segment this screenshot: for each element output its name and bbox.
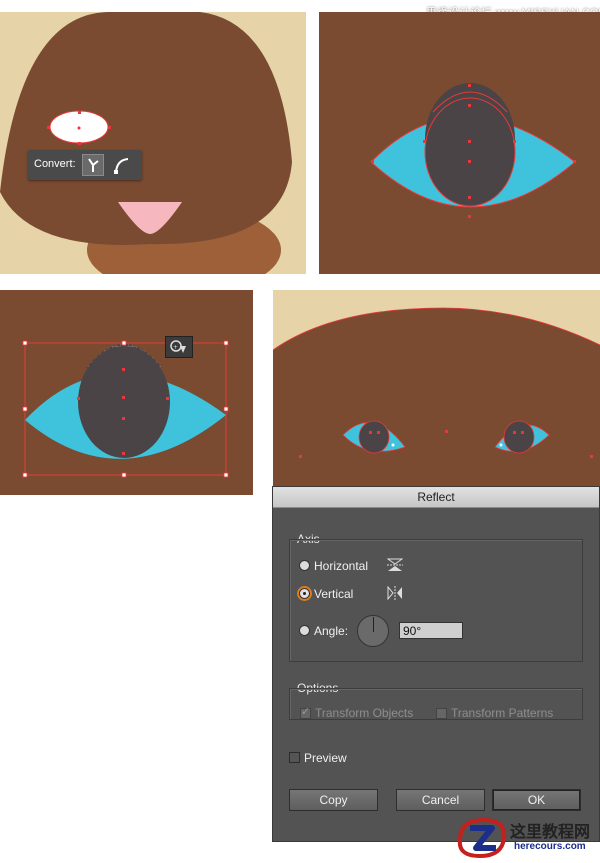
angle-label: Angle: — [314, 624, 349, 638]
dialog-title: Reflect — [273, 487, 599, 508]
reflect-dialog: Reflect Axis Horizontal Vertical Angle: … — [272, 486, 600, 842]
radio-angle[interactable] — [299, 625, 310, 636]
transform-patterns-label: Transform Patterns — [451, 706, 554, 720]
angle-input[interactable]: 90° — [399, 622, 463, 639]
preview-label[interactable]: Preview — [304, 751, 347, 765]
angle-dial[interactable] — [357, 615, 389, 647]
svg-text:+: + — [173, 344, 178, 351]
site-logo-z-icon — [457, 817, 507, 859]
convert-anchor-smooth-icon[interactable] — [111, 154, 133, 176]
ok-button[interactable]: OK — [492, 789, 581, 811]
convert-toolbar: Convert: — [28, 150, 142, 180]
radio-vertical-label[interactable]: Vertical — [314, 587, 353, 601]
canvas-panel-both-eyes — [273, 290, 600, 486]
transform-patterns-checkbox[interactable] — [436, 708, 447, 719]
canvas-panel-eye-selected — [319, 12, 600, 274]
preview-checkbox[interactable] — [289, 752, 300, 763]
reflect-horizontal-icon — [387, 558, 403, 571]
radio-vertical[interactable] — [299, 588, 310, 599]
site-logo-url: herecours.com — [514, 841, 586, 852]
radio-horizontal-label[interactable]: Horizontal — [314, 559, 368, 573]
cancel-button[interactable]: Cancel — [396, 789, 485, 811]
site-logo-name: 这里教程网 — [510, 824, 591, 841]
convert-label: Convert: — [34, 158, 76, 170]
transform-objects-label: Transform Objects — [315, 706, 414, 720]
radio-horizontal[interactable] — [299, 560, 310, 571]
shape-builder-cursor-icon: + — [165, 336, 193, 358]
canvas-panel-nose: Convert: — [0, 12, 306, 274]
transform-objects-checkbox[interactable] — [300, 705, 311, 719]
reflect-vertical-icon — [387, 586, 402, 600]
site-logo: 这里教程网 herecours.com — [454, 814, 600, 859]
canvas-panel-shape-builder: + — [0, 290, 253, 495]
convert-anchor-corner-icon[interactable] — [82, 154, 104, 176]
copy-button[interactable]: Copy — [289, 789, 378, 811]
